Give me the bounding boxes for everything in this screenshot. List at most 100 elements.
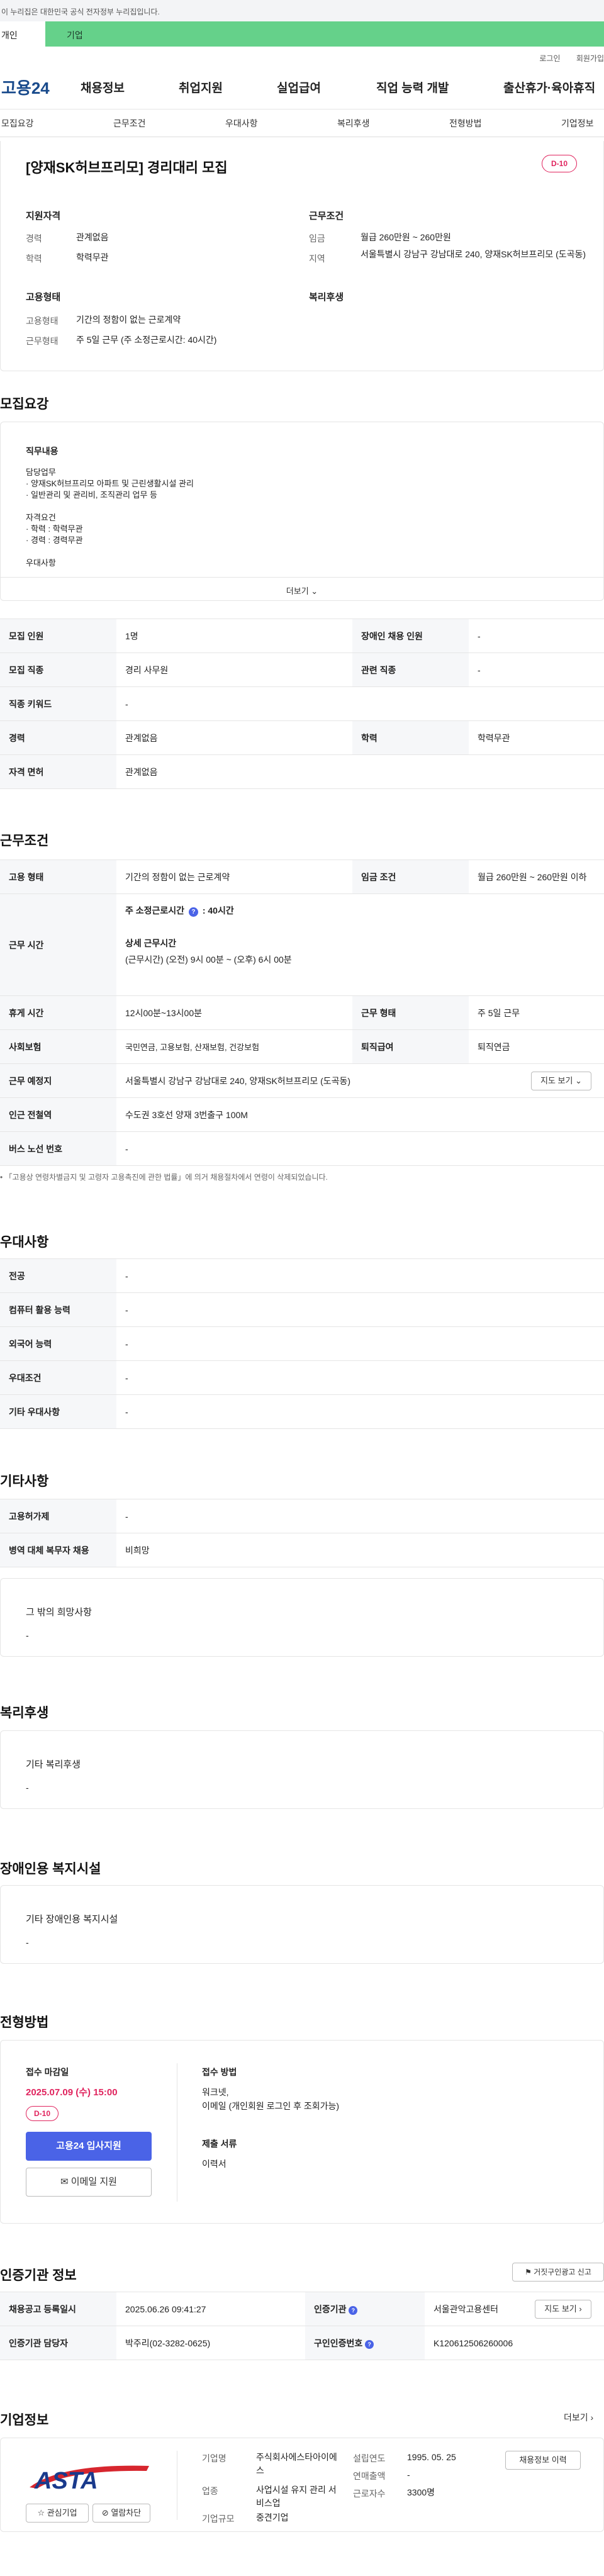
welfare-box: 기타 복리후생 -: [0, 1730, 604, 1809]
subnav-item-preference[interactable]: 우대사항: [225, 117, 258, 130]
agency-map-button[interactable]: 지도 보기 ›: [535, 2300, 591, 2319]
disability-box: 기타 장애인용 복지시설 -: [0, 1885, 604, 1964]
job-line-7: · 경력 : 경력무관: [26, 535, 83, 545]
wage-value: 월급 260만원 ~ 260만원: [361, 232, 451, 242]
table-cell: 박주리(02-3282-0625): [116, 2326, 305, 2360]
region-label: 지역: [309, 254, 325, 264]
table-header: 고용허가제: [0, 1499, 116, 1533]
tab-personal[interactable]: 개인: [0, 21, 45, 47]
table-header: 휴게 시간: [0, 995, 116, 1030]
interest-company-button[interactable]: ☆ 관심기업: [26, 2504, 89, 2523]
gnb-item-parental-leave[interactable]: 출산휴가·육아휴직: [503, 79, 595, 96]
table-cell: -: [116, 1360, 604, 1395]
apply-section-title: 전형방법: [0, 2015, 49, 2030]
table-row: 전공 -: [0, 1258, 604, 1293]
subnav-item-conditions[interactable]: 근무조건: [113, 117, 146, 130]
table-cell: -: [116, 1292, 604, 1327]
welfare-box-title: 기타 복리후생: [26, 1759, 81, 1770]
table-cell: -: [469, 652, 604, 687]
site-logo[interactable]: 고용24: [0, 76, 63, 99]
subnav-item-selection[interactable]: 전형방법: [449, 117, 482, 130]
table-row: 인근 전철역 수도권 3호선 양재 3번출구 100M: [0, 1097, 604, 1132]
table-row: 기타 우대사항 -: [0, 1394, 604, 1429]
info-icon[interactable]: ?: [349, 2305, 358, 2315]
table-cell: 월급 260만원 ~ 260만원 이하: [469, 860, 604, 894]
job-description-box: 직무내용 담당업무 · 양재SK허브프리모 아파트 및 근린생활시설 관리 · …: [0, 422, 604, 601]
method-label: 접수 방법: [202, 2067, 237, 2077]
disability-section-title: 장애인용 복지시설: [0, 1862, 101, 1876]
table-header: 직종 키워드: [0, 686, 116, 721]
table-header: 채용공고 등록일시: [0, 2292, 116, 2326]
apply-online-button[interactable]: 고용24 입사지원: [26, 2132, 152, 2161]
deadline-label: 접수 마감일: [26, 2067, 69, 2077]
table-cell: -: [116, 1326, 604, 1361]
job-line-3: · 일반관리 및 관리비, 조직관리 업무 등: [26, 490, 158, 500]
etc-table: 고용허가제 - 병역 대체 복무자 채용 비희망: [0, 1499, 604, 1567]
interest-label: 관심기업: [47, 2508, 77, 2517]
company-name-label: 기업명: [202, 2453, 226, 2463]
company-logo-graphic: ASTA: [30, 2465, 149, 2494]
weekly-hours-label: 주 소정근로시간: [125, 905, 185, 916]
table-cell: 12시00분~13시00분: [116, 995, 352, 1030]
gnb-item-employment-support[interactable]: 취업지원: [179, 79, 223, 96]
cert-table: 채용공고 등록일시 2025.06.26 09:41:27 인증기관 ? 서울관…: [0, 2292, 604, 2360]
gnb-item-vocational-training[interactable]: 직업 능력 개발: [376, 79, 449, 96]
docs-label: 제출 서류: [202, 2139, 237, 2149]
industry-label: 업종: [202, 2486, 218, 2496]
gov-notice-text: 이 누리집은 대한민국 공식 전자정부 누리집입니다.: [1, 8, 160, 16]
join-link[interactable]: 회원가입: [576, 54, 604, 63]
job-history-button[interactable]: 채용정보 이력: [505, 2451, 581, 2470]
table-header: 장애인 채용 인원: [352, 619, 469, 653]
block-view-button[interactable]: ⊘ 열람차단: [92, 2504, 150, 2523]
table-header: 고용 형태: [0, 860, 116, 894]
login-link[interactable]: 로그인: [539, 54, 560, 63]
table-cell: 주 5일 근무: [469, 995, 604, 1030]
report-icon: ⚑: [525, 2268, 532, 2276]
info-icon[interactable]: ?: [188, 907, 198, 917]
table-header: 관련 직종: [352, 652, 469, 687]
section-subnav: 모집요강 근무조건 우대사항 복리후생 전형방법 기업정보: [0, 109, 604, 137]
company-info-box: ASTA ☆ 관심기업 ⊘ 열람차단 기업명 주식회사에스타아이에스 업종 사업…: [0, 2438, 604, 2532]
workers-label: 근로자수: [353, 2489, 386, 2499]
subnav-item-recruit[interactable]: 모집요강: [1, 117, 34, 130]
condition-heading: 근무조건: [309, 211, 344, 221]
preference-section-title: 우대사항: [0, 1235, 49, 1250]
more-label: 더보기: [286, 586, 309, 596]
workers-value: 3300명: [407, 2487, 435, 2497]
job-line-5: 자격요건: [26, 513, 56, 522]
table-header: 컴퓨터 활용 능력: [0, 1292, 116, 1327]
report-label: 거짓구인광고 신고: [534, 2268, 591, 2276]
sales-label: 연매출액: [353, 2471, 386, 2481]
email-apply-button[interactable]: ✉ 이메일 지원: [26, 2168, 152, 2197]
detail-hours-label: 상세 근무시간: [125, 938, 177, 948]
table-cell: 퇴직연금: [469, 1029, 604, 1064]
report-fake-ad-button[interactable]: ⚑ 거짓구인광고 신고: [512, 2263, 604, 2282]
table-header: 자격 면허: [0, 754, 116, 789]
main-navigation: 고용24 채용정보 취업지원 실업급여 직업 능력 개발 출산휴가·육아휴직: [0, 65, 604, 109]
company-more-link[interactable]: 더보기 ›: [564, 2411, 593, 2424]
info-icon[interactable]: ?: [365, 2339, 374, 2349]
gnb-item-unemployment-benefit[interactable]: 실업급여: [277, 79, 321, 96]
tab-company[interactable]: 기업: [45, 21, 604, 47]
table-header: 인근 전철역: [0, 1097, 116, 1132]
work-form-value: 주 5일 근무 (주 소정근로시간: 40시간): [76, 335, 217, 345]
table-cell: -: [116, 1258, 604, 1293]
subnav-item-welfare[interactable]: 복리후생: [337, 117, 370, 130]
table-cell: -: [116, 686, 604, 721]
map-view-button[interactable]: 지도 보기 ⌄: [531, 1072, 591, 1090]
docs-value: 이력서: [202, 2159, 226, 2169]
subnav-item-company[interactable]: 기업정보: [561, 117, 594, 130]
method-value-2: 이메일 (개인회원 로그인 후 조회가능): [202, 2101, 340, 2111]
table-header: 사회보험: [0, 1029, 116, 1064]
company-logo: ASTA: [23, 2457, 155, 2494]
table-cell: K120612506260006: [425, 2326, 604, 2360]
table-header: 병역 대체 복무자 채용: [0, 1533, 116, 1567]
job-line-6: · 학력 : 학력무관: [26, 524, 83, 534]
table-cell: -: [116, 1394, 604, 1429]
gnb-item-jobs[interactable]: 채용정보: [81, 79, 125, 96]
more-button[interactable]: 더보기 ⌄: [0, 577, 604, 601]
table-header: 모집 직종: [0, 652, 116, 687]
block-icon: ⊘: [101, 2508, 109, 2517]
table-header: 학력: [352, 720, 469, 755]
education-value: 학력무관: [76, 252, 109, 262]
